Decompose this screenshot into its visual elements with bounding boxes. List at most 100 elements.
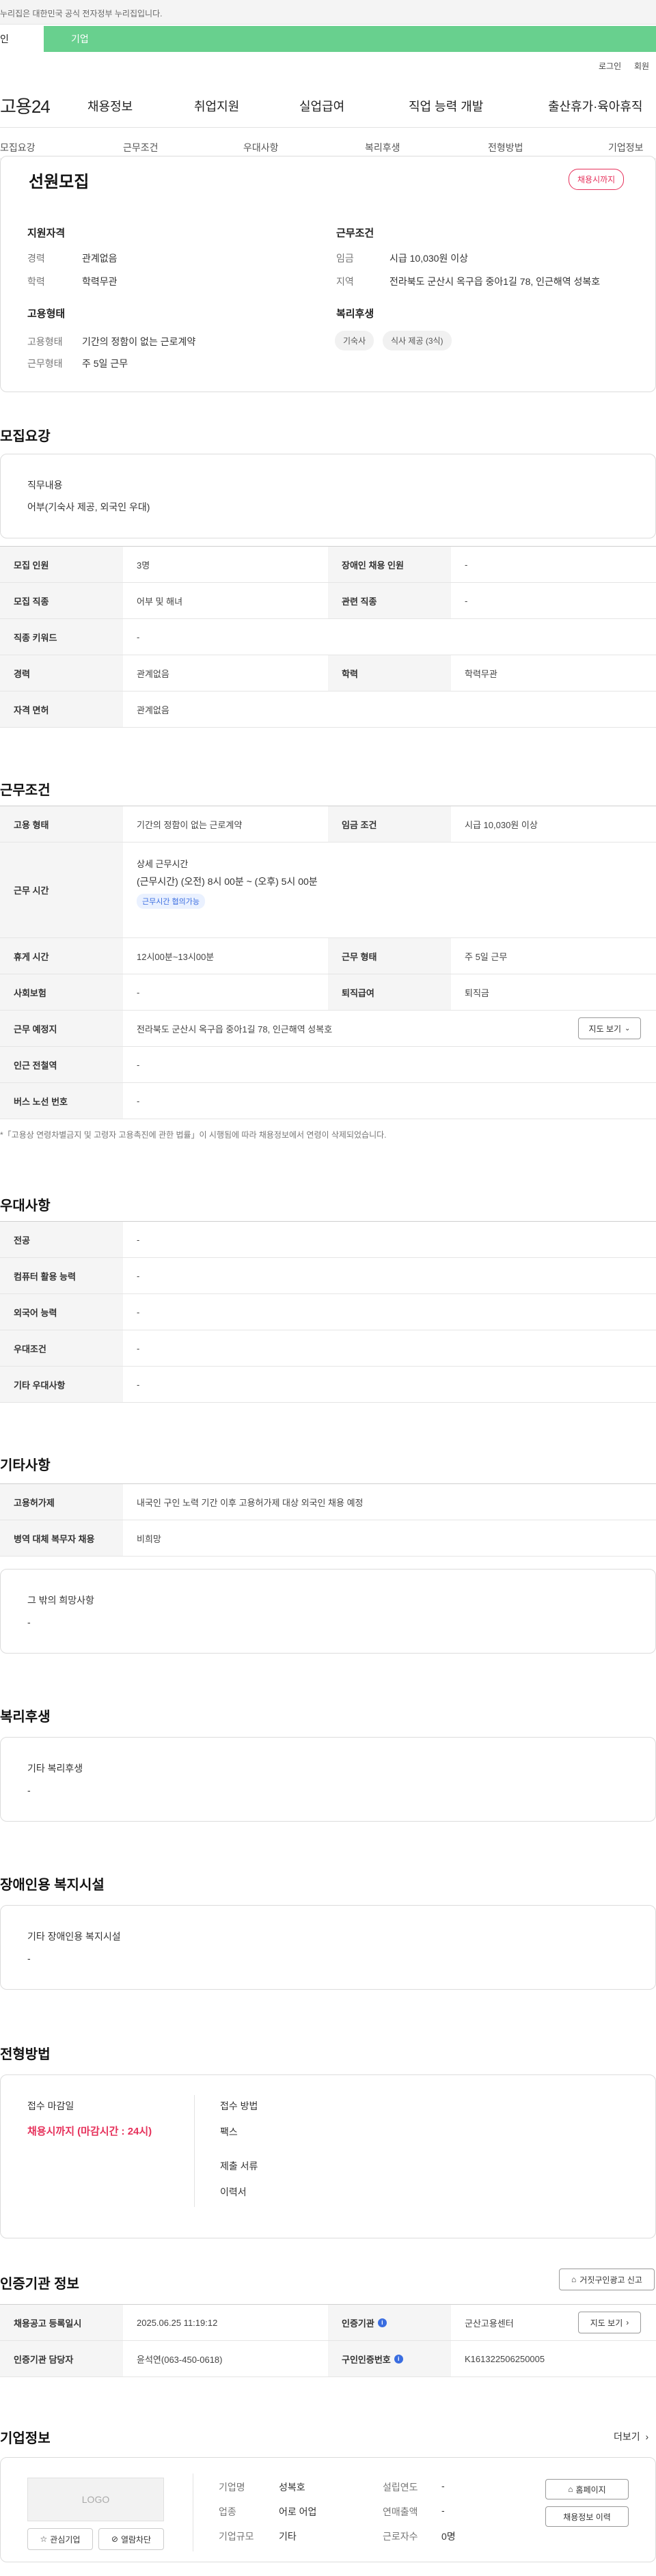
row-value: 12시00분~13시00분 [137, 951, 215, 962]
table-row: 외국어 능력 - [0, 1294, 656, 1330]
work-form-value: 주 5일 근무 [82, 358, 128, 369]
nav-item-employment-support[interactable]: 취업지원 [194, 97, 239, 115]
row-value: 어부 및 해녀 [137, 596, 183, 607]
row-label: 컴퓨터 활용 능력 [0, 1258, 123, 1293]
gov-banner: 누리집은 대한민국 공식 전자정부 누리집입니다. [0, 0, 656, 25]
hours-detail: (근무시간) (오전) 8시 00분 ~ (오후) 5시 00분 [137, 876, 318, 887]
row-label: 휴게 시간 [0, 938, 123, 974]
disability-section-title: 장애인용 복지시설 [0, 1878, 105, 1893]
row-value: 시급 10,030원 이상 [465, 819, 538, 830]
employment-type-label: 고용형태 [27, 336, 63, 347]
docs-label: 제출 서류 [220, 2161, 258, 2171]
subnav-recruit[interactable]: 모집요강 [0, 141, 36, 154]
row-label: 직종 키워드 [0, 619, 123, 655]
job-history-button[interactable]: 채용정보 이력 [545, 2506, 629, 2527]
duty-value: 어부(기숙사 제공, 외국인 우대) [27, 502, 150, 512]
disability-extra-value: - [27, 1953, 31, 1964]
screening-section-title: 전형방법 [0, 2047, 51, 2062]
method-value: 팩스 [220, 2126, 238, 2137]
row-label: 퇴직급여 [328, 974, 451, 1010]
agency-map-button[interactable]: 지도 보기 › [578, 2312, 641, 2333]
row-label: 경력 [0, 655, 123, 691]
duty-box [0, 454, 656, 538]
hours-heading: 상세 근무시간 [137, 859, 189, 869]
homepage-button[interactable]: ⌂ 홈페이지 [545, 2479, 629, 2499]
info-icon[interactable]: i [394, 2354, 403, 2363]
row-label: 모집 인원 [0, 547, 123, 582]
table-row: 인근 전철역 - [0, 1047, 656, 1083]
table-row: 경력 관계없음 학력 학력무관 [0, 655, 656, 691]
subnav-screening[interactable]: 전형방법 [488, 141, 523, 154]
welfare-chip-dorm: 기숙사 [335, 331, 374, 351]
table-row: 근무 시간 [0, 842, 656, 938]
row-value: - [137, 631, 140, 642]
table-row: 인증기관 담당자 윤석연(063-450-0618) 구인인증번호 i K161… [0, 2341, 656, 2377]
tab-individual[interactable]: 인 [0, 26, 44, 52]
employees-value: 0명 [441, 2531, 456, 2542]
company-name-value: 성복호 [279, 2482, 305, 2493]
welfare-extra-value: - [27, 1785, 31, 1796]
home-icon: ⌂ [571, 2275, 577, 2284]
row-value: - [137, 1306, 140, 1317]
row-value: 비희망 [137, 1533, 161, 1544]
welfare-section-title: 복리후생 [0, 1710, 51, 1725]
row-label: 근무 시간 [0, 842, 123, 937]
table-row: 모집 직종 어부 및 해녀 관련 직종 - [0, 583, 656, 619]
row-value: - [137, 1270, 140, 1281]
subnav-company[interactable]: 기업정보 [608, 141, 644, 154]
site-logo[interactable]: 고용24 [0, 93, 51, 118]
table-row: 자격 면허 관계없음 [0, 691, 656, 728]
row-label: 학력 [328, 655, 451, 691]
row-label: 고용 형태 [0, 806, 123, 842]
row-value: - [137, 1379, 140, 1390]
qualification-heading: 지원자격 [27, 228, 66, 239]
nav-item-jobs[interactable]: 채용정보 [87, 97, 133, 115]
company-more-link[interactable]: 더보기 › [614, 2430, 648, 2443]
row-label: 인증기관 i [328, 2305, 451, 2340]
sales-label: 연매출액 [383, 2506, 418, 2517]
row-label: 구인인증번호 i [328, 2341, 451, 2376]
row-value: - [137, 987, 140, 998]
screening-divider [194, 2095, 195, 2207]
subnav-welfare[interactable]: 복리후생 [365, 141, 400, 154]
row-value: 관계없음 [137, 668, 169, 679]
audience-tabs: 인 기업 [0, 26, 656, 52]
welfare-box [0, 1737, 656, 1822]
subnav-preference[interactable]: 우대사항 [243, 141, 279, 154]
interest-company-button[interactable]: ☆ 관심기업 [27, 2528, 93, 2550]
map-view-button[interactable]: 지도 보기 ⌄ [578, 1017, 641, 1039]
block-view-label: 열람차단 [120, 2534, 152, 2545]
report-false-ad-button[interactable]: ⌂ 거짓구인광고 신고 [559, 2269, 655, 2290]
report-false-ad-label: 거짓구인광고 신고 [579, 2275, 642, 2285]
block-view-button[interactable]: ⊘ 열람차단 [98, 2528, 164, 2550]
nav-item-unemployment-benefit[interactable]: 실업급여 [299, 97, 344, 115]
row-value: 내국인 구인 노력 기간 이후 고용허가제 대상 외국인 채용 예정 [137, 1497, 364, 1508]
nav-item-parental-leave[interactable]: 출산휴가·육아휴직 [548, 97, 642, 115]
login-link[interactable]: 로그인 [599, 60, 621, 72]
job-history-label: 채용정보 이력 [563, 2512, 611, 2522]
subnav-conditions[interactable]: 근무조건 [123, 141, 159, 154]
disability-box [0, 1905, 656, 1990]
status-badge: 채용시까지 [569, 169, 625, 190]
row-label: 기타 우대사항 [0, 1367, 123, 1402]
row-value: K161322506250005 [465, 2353, 545, 2364]
table-row: 휴게 시간 12시00분~13시00분 근무 형태 주 5일 근무 [0, 938, 656, 974]
chevron-right-icon: › [645, 2431, 649, 2442]
block-icon: ⊘ [111, 2534, 118, 2544]
info-icon[interactable]: i [377, 2318, 387, 2327]
row-label: 채용공고 등록일시 [0, 2305, 123, 2340]
gov-banner-text: 누리집은 대한민국 공식 전자정부 누리집입니다. [0, 9, 163, 18]
row-value: - [137, 1234, 140, 1245]
signup-link[interactable]: 회원 [634, 60, 649, 72]
career-value: 관계없음 [82, 253, 118, 264]
region-label: 지역 [336, 276, 354, 287]
employment-heading: 고용형태 [27, 308, 66, 320]
tab-company[interactable]: 기업 [71, 26, 89, 52]
nav-item-vocational-training[interactable]: 직업 능력 개발 [409, 97, 483, 115]
agency-map-label: 지도 보기 [590, 2318, 623, 2328]
sales-value: - [441, 2505, 445, 2516]
row-value: - [137, 1059, 140, 1070]
row-label: 장애인 채용 인원 [328, 547, 451, 582]
agency-section-title: 인증기관 정보 [0, 2277, 79, 2292]
table-row: 채용공고 등록일시 2025.06.25 11:19:12 인증기관 i 군산고… [0, 2305, 656, 2341]
